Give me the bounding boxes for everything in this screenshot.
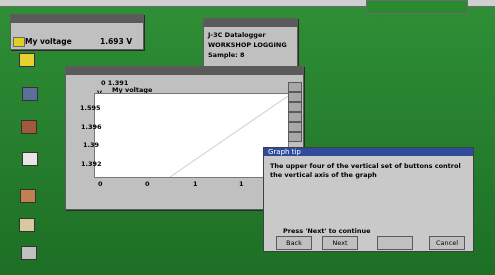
x-tick-2: 0 <box>145 180 150 188</box>
settings-icon[interactable] <box>19 218 35 232</box>
app-icon[interactable] <box>21 120 37 134</box>
y-tick-2: 1.396 <box>81 123 102 131</box>
graph-zoom-in-button[interactable] <box>288 82 302 92</box>
dialog-titlebar[interactable]: Graph tip <box>264 148 473 156</box>
meter-titlebar[interactable] <box>11 15 143 23</box>
drive-icon[interactable] <box>20 189 36 203</box>
info-titlebar[interactable] <box>204 19 297 27</box>
graph-scroll-up-button[interactable] <box>288 102 302 112</box>
next-button[interactable]: Next <box>322 236 358 250</box>
x-tick-3: 1 <box>193 180 198 188</box>
graph-titlebar[interactable] <box>66 67 303 75</box>
document-icon[interactable] <box>22 152 38 166</box>
graph-zoom-out-button[interactable] <box>288 92 302 102</box>
info-line-3: Sample: 8 <box>208 51 245 59</box>
y-tick-3: 1.39 <box>83 141 100 149</box>
background-window-tab[interactable] <box>366 0 468 14</box>
graph-scroll-down-button[interactable] <box>288 112 302 122</box>
y-tick-1: 1.595 <box>80 104 101 112</box>
network-icon[interactable] <box>22 87 38 101</box>
graph-axis-button-1[interactable] <box>288 122 302 132</box>
x-tick-4: 1 <box>239 180 244 188</box>
meter-window[interactable]: My voltage 1.693 V <box>10 14 144 50</box>
trash-icon[interactable] <box>21 246 37 260</box>
graph-plot-area[interactable] <box>94 93 289 178</box>
meter-close-button[interactable] <box>13 37 25 47</box>
back-button[interactable]: Back <box>276 236 312 250</box>
y-tick-4: 1.392 <box>81 160 102 168</box>
finish-button[interactable] <box>377 236 413 250</box>
graph-line <box>169 95 288 177</box>
meter-value: 1.693 V <box>100 37 133 46</box>
cancel-button[interactable]: Cancel <box>429 236 465 250</box>
info-line-2: WORKSHOP LOGGING <box>208 41 287 49</box>
info-line-1: J-3C Datalogger <box>208 31 266 39</box>
info-window[interactable]: J-3C Datalogger WORKSHOP LOGGING Sample:… <box>203 18 298 68</box>
dialog-hint: Press 'Next' to continue <box>283 227 371 235</box>
dialog-message: The upper four of the vertical set of bu… <box>270 162 461 179</box>
folder-icon[interactable] <box>19 53 35 67</box>
meter-label: My voltage <box>25 37 72 46</box>
graph-axis-button-2[interactable] <box>288 132 302 142</box>
tip-dialog[interactable]: Graph tip The upper four of the vertical… <box>263 147 474 252</box>
x-tick-1: 0 <box>98 180 103 188</box>
